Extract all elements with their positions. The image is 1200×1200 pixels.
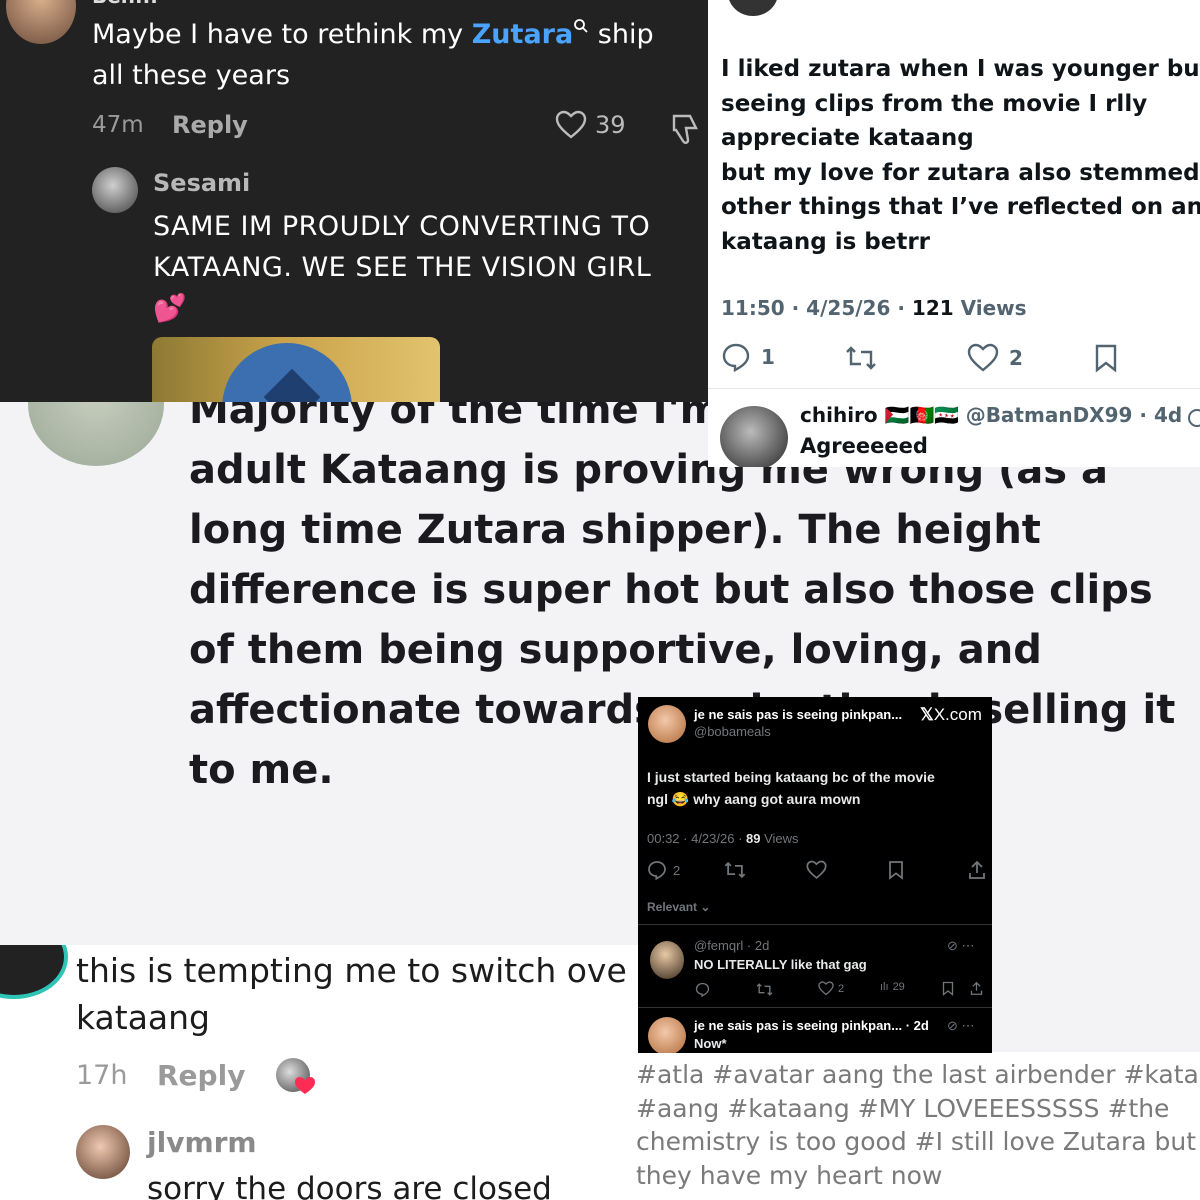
retweet-icon[interactable]: [756, 982, 773, 997]
video-thumbnail[interactable]: [152, 337, 440, 402]
avatar: [28, 402, 164, 466]
comment-icon[interactable]: [695, 982, 710, 997]
avatar: [650, 941, 684, 979]
comment-icon: [647, 860, 667, 880]
tag-list: #atla #avatar aang the last airbender #k…: [636, 1058, 1200, 1192]
grok-icon[interactable]: ⊘ ⋯: [947, 1018, 975, 1034]
avatar: [728, 0, 778, 16]
tweet-meta: 11:50 · 4/25/26 · 121 Views: [721, 296, 1027, 320]
search-link[interactable]: Zutara: [472, 19, 573, 50]
like-button[interactable]: 39: [555, 110, 626, 140]
avatar: [720, 406, 788, 467]
retweet-icon[interactable]: [724, 860, 746, 880]
search-icon: [573, 18, 589, 34]
comment-time: 47m: [92, 112, 144, 138]
reply-text: NO LITERALLY like that gag: [694, 957, 867, 972]
avatar: [648, 1017, 686, 1053]
reply-handle: @femqrl · 2d: [694, 938, 770, 953]
reply-button[interactable]: Reply: [157, 1059, 245, 1092]
tweet-reply-row: chihiro 🇵🇸🇦🇫🇸🇾 @BatmanDX99 · 4d Agreeeee…: [708, 388, 1200, 467]
views-action[interactable]: ılı 29: [880, 981, 905, 993]
quote-panel: Majority of the time I'm adult Kataang i…: [0, 402, 1200, 962]
tweet-panel-light: I liked zutara when I was younger but se…: [708, 0, 1200, 388]
tweet-panel-dark: je ne sais pas is seeing pinkpan... 𝕏X.c…: [638, 697, 992, 1053]
avatar: [92, 167, 138, 213]
tag-line[interactable]: #atla #avatar aang the last airbender #k…: [636, 1058, 1200, 1092]
heart-icon: [967, 343, 999, 373]
heart-icon: [818, 981, 834, 996]
commenter-name: Ben...: [92, 0, 158, 8]
avatar: [648, 705, 686, 743]
avatar: [76, 1125, 130, 1179]
quote-line: long time Zutara shipper). The height: [189, 507, 1041, 553]
tweet-text: I just started being kataang bc of the m…: [647, 769, 935, 807]
grok-icon[interactable]: ⊘ ⋯: [947, 938, 975, 954]
tweet-username: je ne sais pas is seeing pinkpan...: [694, 707, 903, 722]
comment-text: Maybe I have to rethink my Zutara ship a…: [92, 14, 654, 96]
tag-line[interactable]: chemistry is too good #I still love Zuta…: [636, 1125, 1200, 1159]
sort-dropdown[interactable]: Relevant ⌄: [647, 900, 710, 914]
tag-line[interactable]: they have my heart now: [636, 1159, 1200, 1193]
comment-text: this is tempting me to switch ove kataan…: [76, 951, 627, 1037]
like-count: 39: [595, 111, 626, 139]
avatar: [0, 945, 68, 999]
tag-line[interactable]: #aang #kataang #MY LOVEEESSSSS #the: [636, 1092, 1200, 1126]
reply-username: Sesami: [153, 169, 251, 197]
share-icon[interactable]: [970, 981, 983, 996]
tweet-meta: 00:32 · 4/23/26 · 89 Views: [647, 831, 799, 846]
brand-label: 𝕏X.com: [920, 705, 982, 724]
creator-liked-icon: [276, 1058, 315, 1096]
heart-icon: [555, 110, 587, 140]
comment-icon: [721, 342, 751, 372]
tweet-handle: @bobameals: [694, 724, 771, 739]
reply-username: chihiro 🇵🇸🇦🇫🇸🇾 @BatmanDX99 · 4d: [800, 403, 1183, 427]
tags-panel: #atla #avatar aang the last airbender #k…: [612, 1052, 1200, 1200]
heart-icon[interactable]: [806, 860, 827, 880]
reply-action[interactable]: 2: [647, 860, 680, 880]
bar-chart-icon: ılı: [880, 981, 889, 993]
reply-button[interactable]: Reply: [172, 111, 248, 139]
comment-time: 17h: [76, 1060, 128, 1091]
reply-username: jlvmrm: [147, 1126, 257, 1159]
retweet-icon[interactable]: [845, 344, 877, 372]
dislike-icon[interactable]: [668, 112, 704, 146]
quote-line: of them being supportive, loving, and: [189, 627, 1042, 673]
reply-text: Agreeeeed: [800, 434, 928, 458]
bookmark-icon[interactable]: [1094, 343, 1118, 373]
comment-panel-dark: Ben... Maybe I have to rethink my Zutara…: [0, 0, 708, 402]
reply-text: Now*: [694, 1036, 727, 1051]
bookmark-icon[interactable]: [888, 860, 904, 880]
bookmark-icon[interactable]: [942, 981, 954, 996]
like-action[interactable]: 2: [967, 343, 1023, 373]
reply-text: sorry the doors are closed: [147, 1171, 552, 1200]
quote-line: difference is super hot but also those c…: [189, 567, 1153, 613]
avatar: [6, 0, 76, 44]
reply-text: SAME IM PROUDLY CONVERTING TO KATAANG. W…: [153, 206, 651, 329]
hearts-emoji: 💕: [153, 293, 188, 324]
reply-username: je ne sais pas is seeing pinkpan... · 2d: [694, 1018, 929, 1033]
x-logo-icon: 𝕏: [920, 705, 934, 724]
reply-action[interactable]: 1: [721, 342, 775, 372]
comment-panel-light: this is tempting me to switch ove kataan…: [0, 945, 640, 1200]
chevron-down-icon: ⌄: [697, 900, 711, 914]
share-icon[interactable]: [968, 860, 986, 880]
tweet-text: I liked zutara when I was younger but se…: [721, 56, 1200, 255]
like-action[interactable]: 2: [818, 981, 844, 996]
comment-text-line: all these years: [92, 60, 291, 91]
grok-icon[interactable]: [1186, 407, 1200, 429]
